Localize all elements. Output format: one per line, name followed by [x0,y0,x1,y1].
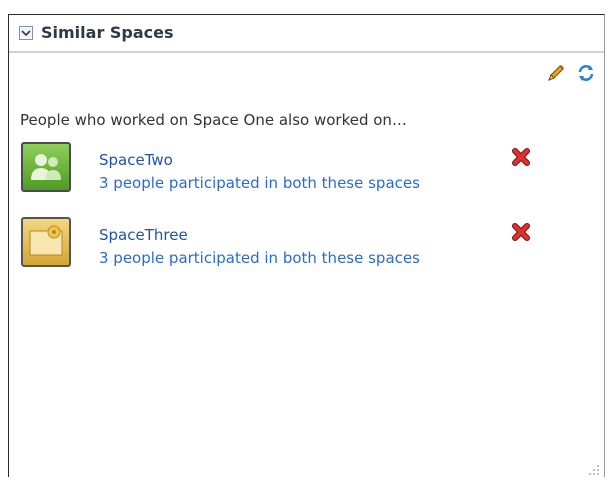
panel-title: Similar Spaces [41,23,174,42]
group-people-icon[interactable] [21,142,71,192]
similar-spaces-panel: Similar Spaces People who worked on Spac… [8,14,605,477]
refresh-icon[interactable] [576,63,596,83]
folder-star-icon[interactable] [21,217,71,267]
participation-link[interactable]: 3 people participated in both these spac… [99,249,420,267]
space-name-link[interactable]: SpaceThree [99,226,188,244]
participation-link[interactable]: 3 people participated in both these spac… [99,174,420,192]
delete-x-icon[interactable] [511,147,531,167]
list-item: SpaceTwo 3 people participated in both t… [21,142,596,198]
intro-text: People who worked on Space One also work… [20,111,407,129]
pencil-icon[interactable] [546,63,566,83]
resize-grip-icon[interactable] [588,461,600,475]
panel-toolbar [546,63,596,83]
panel-header: Similar Spaces [9,15,604,53]
list-item: SpaceThree 3 people participated in both… [21,217,596,273]
chevron-down-icon[interactable] [19,26,33,40]
space-name-link[interactable]: SpaceTwo [99,151,173,169]
delete-x-icon[interactable] [511,222,531,242]
